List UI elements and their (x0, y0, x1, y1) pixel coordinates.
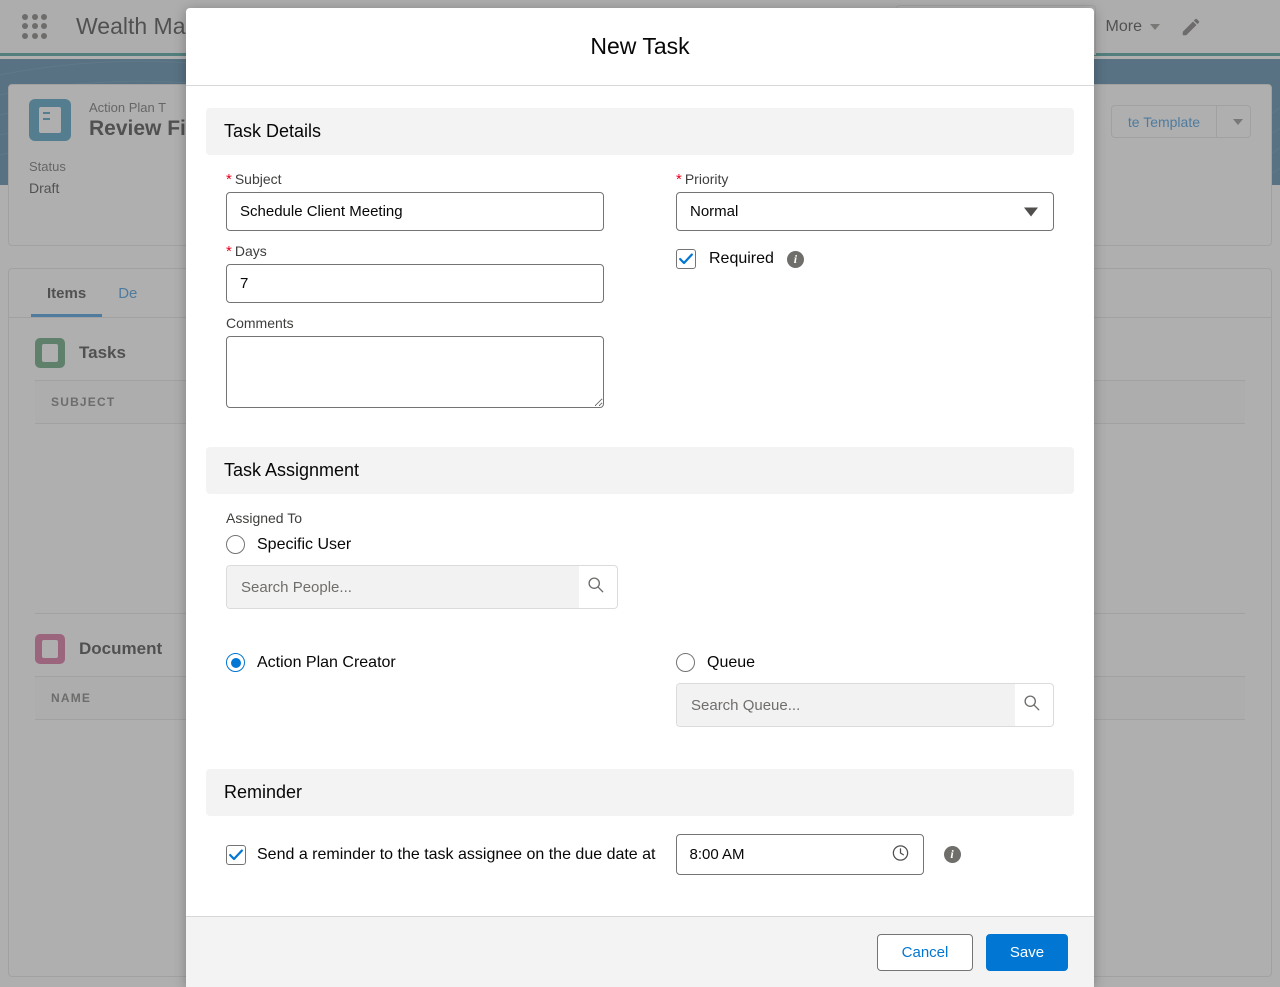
subject-input[interactable] (226, 192, 604, 231)
assigned-to-block: Assigned To Specific User Search People.… (206, 510, 1074, 609)
people-lookup-placeholder: Search People... (241, 578, 352, 596)
cancel-button[interactable]: Cancel (877, 933, 973, 971)
days-label-row: * Days (226, 243, 604, 259)
search-icon (587, 576, 604, 598)
info-icon[interactable]: i (943, 846, 961, 863)
comments-label-row: Comments (226, 315, 604, 331)
section-header-task-assignment: Task Assignment (206, 447, 1074, 494)
radio-specific-user-row[interactable]: Specific User (226, 535, 1054, 554)
required-asterisk: * (226, 170, 232, 188)
comments-textarea[interactable] (226, 336, 604, 408)
save-button[interactable]: Save (986, 933, 1068, 971)
days-input[interactable] (226, 264, 604, 303)
queue-option-column: Queue Search Queue... (656, 653, 1074, 727)
priority-select-wrapper (676, 192, 1054, 231)
field-priority: * Priority (676, 171, 1054, 231)
queue-lookup[interactable]: Search Queue... (676, 683, 1054, 727)
required-asterisk: * (226, 242, 232, 260)
assigned-to-label: Assigned To (226, 510, 303, 526)
people-lookup[interactable]: Search People... (226, 565, 618, 609)
task-details-grid: * Subject * Days Comments (206, 171, 1074, 425)
modal-body: Task Details * Subject * Days (186, 86, 1094, 916)
people-lookup-wrapper: Search People... (226, 565, 618, 609)
priority-label: Priority (684, 171, 729, 187)
new-task-modal: New Task Task Details * Subject * Days (186, 8, 1094, 987)
search-icon (1023, 694, 1040, 716)
required-checkbox-row: Required i (676, 249, 1054, 269)
days-label: Days (234, 243, 267, 259)
section-header-task-details: Task Details (206, 108, 1074, 155)
radio-action-plan-creator-row[interactable]: Action Plan Creator (226, 653, 604, 672)
clock-icon[interactable] (891, 843, 910, 866)
modal-title: New Task (590, 33, 690, 59)
reminder-time-input[interactable]: 8:00 AM (675, 834, 924, 875)
subject-label-row: * Subject (226, 171, 604, 187)
radio-queue-label: Queue (707, 653, 756, 671)
assignment-options-grid: Action Plan Creator Queue Search Queue..… (206, 653, 1074, 727)
radio-queue-row[interactable]: Queue (676, 653, 1054, 672)
field-days: * Days (226, 243, 604, 303)
reminder-time-value: 8:00 AM (689, 846, 745, 863)
reminder-checkbox-label: Send a reminder to the task assignee on … (257, 845, 656, 863)
radio-specific-user[interactable] (226, 535, 245, 554)
priority-select[interactable] (676, 192, 1054, 231)
task-details-right-column: * Priority Required i (656, 171, 1074, 425)
info-icon[interactable]: i (786, 250, 804, 268)
section-header-reminder: Reminder (206, 769, 1074, 816)
required-checkbox-label: Required (709, 250, 774, 267)
reminder-row: Send a reminder to the task assignee on … (206, 834, 1074, 875)
comments-label: Comments (226, 315, 294, 331)
required-asterisk: * (676, 170, 682, 188)
radio-action-plan-creator[interactable] (226, 653, 245, 672)
field-subject: * Subject (226, 171, 604, 231)
radio-specific-user-label: Specific User (257, 535, 352, 553)
radio-action-plan-creator-label: Action Plan Creator (257, 653, 396, 671)
creator-option-column: Action Plan Creator (206, 653, 624, 727)
required-checkbox[interactable] (676, 249, 696, 269)
reminder-checkbox[interactable] (226, 844, 246, 865)
task-details-left-column: * Subject * Days Comments (206, 171, 624, 425)
field-comments: Comments (226, 315, 604, 413)
modal-footer: Cancel Save (186, 916, 1094, 987)
priority-label-row: * Priority (676, 171, 1054, 187)
subject-label: Subject (234, 171, 282, 187)
radio-queue[interactable] (676, 653, 695, 672)
queue-lookup-placeholder: Search Queue... (691, 696, 801, 714)
modal-header: New Task (186, 8, 1094, 86)
